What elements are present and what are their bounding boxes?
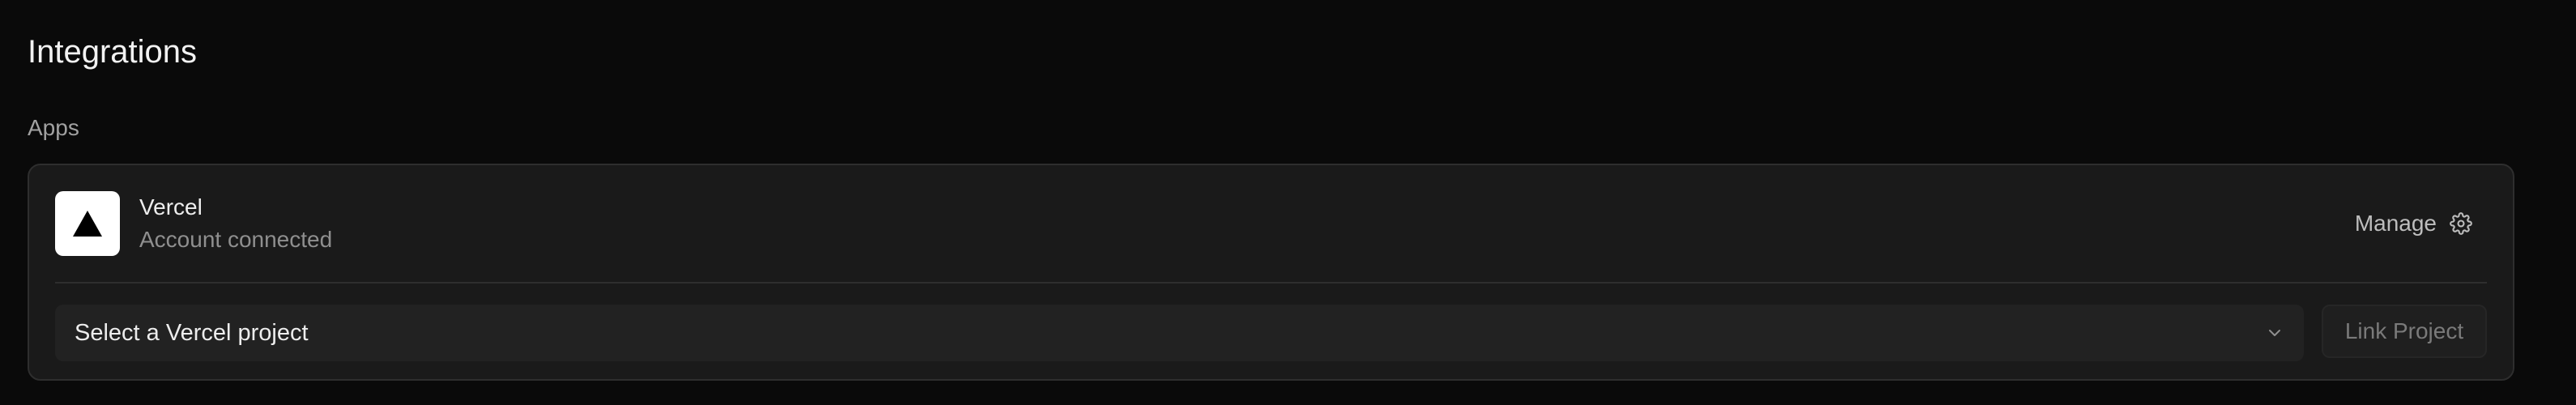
- gear-icon: [2450, 212, 2472, 235]
- manage-button[interactable]: Manage: [2355, 207, 2472, 240]
- vercel-logo: [55, 191, 120, 256]
- integrations-page: Integrations Apps Vercel Account connect…: [0, 0, 2576, 405]
- vercel-project-select[interactable]: Select a Vercel project: [55, 305, 2304, 361]
- link-project-button[interactable]: Link Project: [2322, 305, 2487, 358]
- chevron-down-icon: [2269, 330, 2280, 336]
- vercel-triangle-icon: [73, 211, 102, 237]
- page-title: Integrations: [28, 34, 198, 70]
- manage-label: Manage: [2354, 211, 2437, 236]
- app-name: Vercel: [139, 194, 203, 220]
- project-select-value: Select a Vercel project: [75, 319, 309, 346]
- vercel-integration-card: Vercel Account connected Manage Select a…: [28, 164, 2514, 381]
- app-row: Vercel Account connected Manage: [55, 191, 2487, 256]
- card-divider: [55, 282, 2487, 284]
- app-status: Account connected: [139, 227, 333, 252]
- section-label-apps: Apps: [28, 115, 79, 140]
